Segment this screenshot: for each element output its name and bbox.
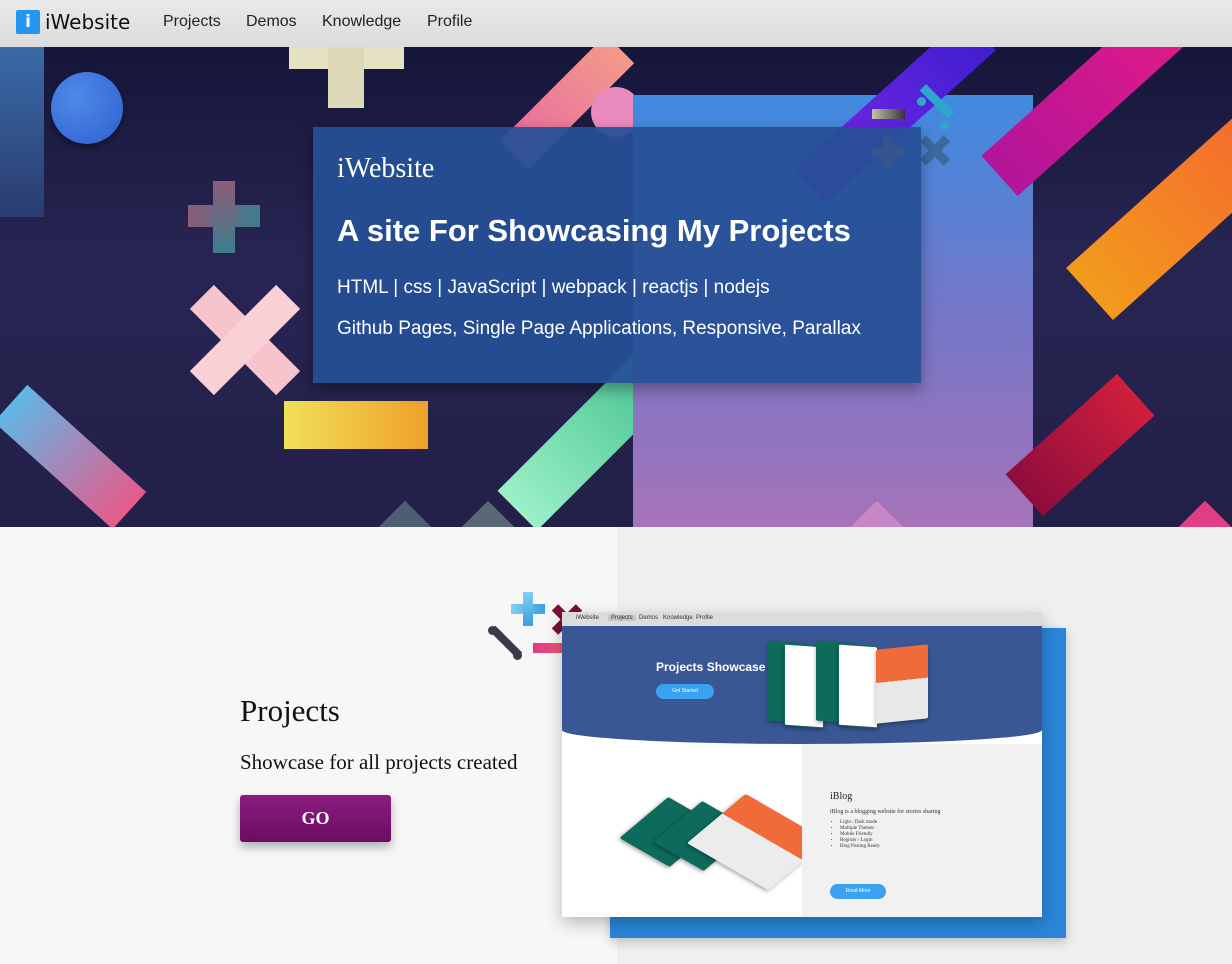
- preview-read-more-button: Read More: [830, 884, 886, 899]
- preview-nav-demos: Demos: [639, 615, 659, 621]
- preview-blog-description: iBlog is a blogging website for stories …: [830, 809, 941, 815]
- preview-blog-panel: iBlog iBlog is a blogging website for st…: [802, 744, 1042, 917]
- preview-phone-4: [838, 643, 878, 729]
- go-button[interactable]: GO: [240, 795, 391, 842]
- project-preview-image[interactable]: iWebsite Projects Demos Knowledge Profil…: [562, 612, 1042, 917]
- minus-icon: [872, 109, 905, 119]
- gray-plus-stem: [213, 181, 235, 253]
- nav-link-demos[interactable]: Demos: [246, 12, 297, 32]
- left-bar-shape: [0, 47, 44, 217]
- dark-percent-dot-b: [513, 651, 522, 660]
- nav-link-projects[interactable]: Projects: [163, 12, 221, 32]
- preview-get-started-button: Get Started: [656, 684, 714, 699]
- logo-icon[interactable]: i: [16, 10, 40, 34]
- hero-banner: iWebsite A site For Showcasing My Projec…: [0, 47, 1232, 527]
- top-navbar: i iWebsite Projects Demos Knowledge Prof…: [0, 0, 1232, 47]
- hero-tech-list: HTML | css | JavaScript | webpack | reac…: [337, 277, 770, 298]
- nav-link-profile[interactable]: Profile: [427, 12, 472, 32]
- preview-hero-title: Projects Showcase: [656, 660, 766, 674]
- hero-features: Github Pages, Single Page Applications, …: [337, 318, 861, 339]
- bottom-gray-shape: [376, 500, 434, 527]
- preview-brand: iWebsite: [576, 615, 599, 621]
- bottom-right-pink-shape: [1176, 500, 1232, 527]
- preview-navbar: iWebsite Projects Demos Knowledge Profil…: [562, 612, 1042, 626]
- preview-hero: Projects Showcase Get Started: [562, 626, 1042, 744]
- percent-dot-b: [940, 121, 949, 130]
- hero-title: A site For Showcasing My Projects: [337, 213, 851, 248]
- percent-dot-a: [917, 97, 926, 106]
- blue-circle-shape: [51, 72, 123, 144]
- hero-brand: iWebsite: [337, 153, 435, 184]
- preview-nav-projects: Projects: [608, 615, 636, 621]
- nav-link-knowledge[interactable]: Knowledge: [322, 12, 401, 32]
- left-gradient-bar: [0, 384, 147, 527]
- projects-section: Projects Showcase for all projects creat…: [0, 527, 1232, 964]
- brand-name[interactable]: iWebsite: [45, 10, 130, 34]
- cream-plus-stem: [328, 47, 364, 108]
- list-item: Blog Posting Ready: [840, 844, 880, 850]
- preview-nav-profile: Profile: [696, 615, 714, 621]
- dark-percent-dot-a: [488, 626, 497, 635]
- light-blue-plus-stem: [523, 592, 533, 626]
- hero-card: iWebsite A site For Showcasing My Projec…: [313, 127, 921, 383]
- yellow-minus-shape: [284, 401, 428, 449]
- projects-title: Projects: [240, 693, 340, 728]
- projects-description: Showcase for all projects created: [240, 750, 518, 774]
- preview-nav-knowledge: Knowledge: [663, 615, 693, 621]
- preview-blog-features: Light / Dark mode Multiple Themes Mobile…: [832, 820, 880, 850]
- preview-screen-card: [876, 644, 928, 724]
- orange-bar-shape: [1066, 114, 1232, 320]
- bottom-gray-shape-2: [459, 500, 517, 527]
- preview-blog-title: iBlog: [830, 791, 853, 802]
